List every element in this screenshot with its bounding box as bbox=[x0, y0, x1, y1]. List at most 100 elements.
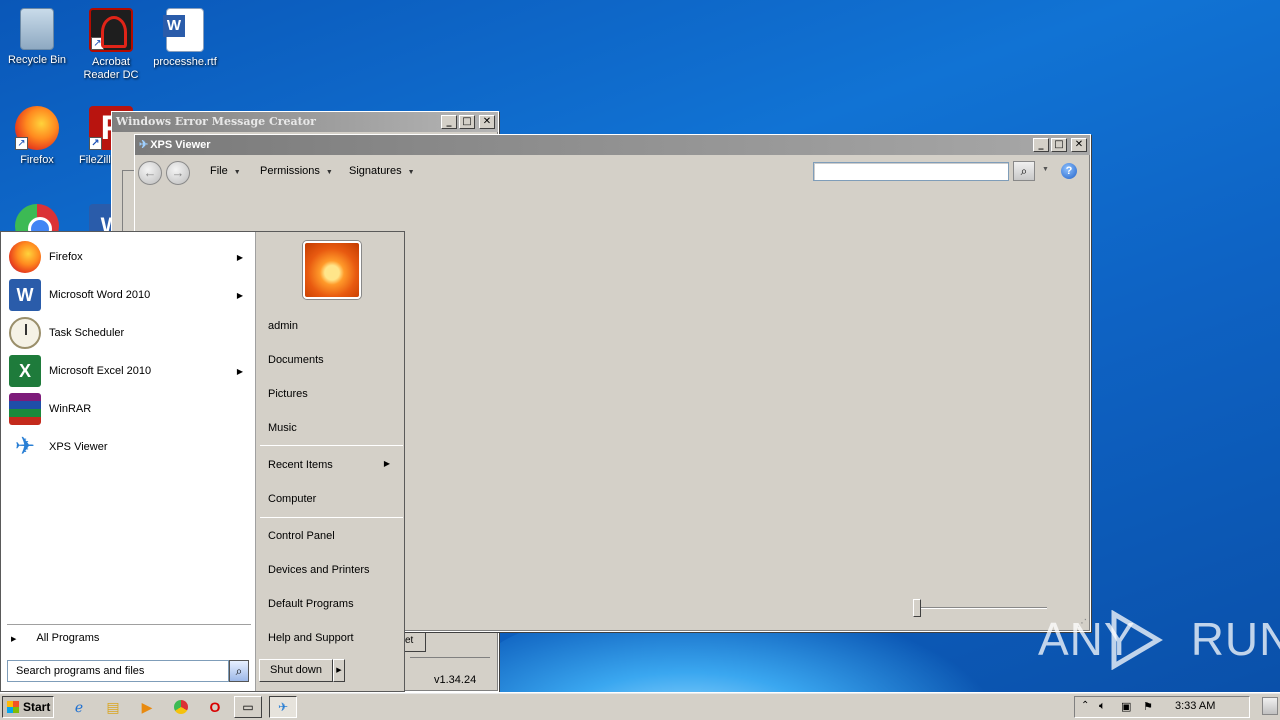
desktop-icon-label: Acrobat Reader DC bbox=[83, 56, 139, 81]
start-item-firefox[interactable]: Firefox ▶ bbox=[9, 240, 249, 274]
close-button[interactable]: ✕ bbox=[1071, 138, 1087, 152]
clock[interactable]: 3:33 AM bbox=[1175, 700, 1215, 712]
word-document-icon: W bbox=[163, 8, 204, 52]
winrar-icon bbox=[9, 393, 41, 425]
xps-app-icon: ✈ bbox=[139, 139, 149, 151]
error-window-titlebar[interactable]: Windows Error Message Creator _ □ ✕ bbox=[112, 112, 498, 132]
start-link-pictures[interactable]: Pictures bbox=[268, 388, 308, 400]
start-item-excel[interactable]: X Microsoft Excel 2010 ▶ bbox=[9, 354, 249, 388]
xps-viewer-icon: ✈ bbox=[14, 433, 36, 460]
error-window-title: Windows Error Message Creator bbox=[116, 115, 316, 128]
desktop-icon-label: processhe.rtf bbox=[153, 56, 217, 68]
word-icon: W bbox=[9, 279, 41, 311]
all-programs-button[interactable]: ▶ All Programs bbox=[11, 632, 99, 644]
start-link-devices-printers[interactable]: Devices and Printers bbox=[268, 564, 370, 576]
windows-logo-icon bbox=[7, 701, 19, 713]
firefox-icon bbox=[9, 241, 41, 273]
help-icon[interactable]: ? bbox=[1061, 163, 1077, 179]
start-item-winrar[interactable]: WinRAR bbox=[9, 392, 249, 426]
taskbar-error-message-creator[interactable]: ▭ bbox=[234, 696, 262, 718]
start-menu-programs-pane: Firefox ▶ W Microsoft Word 2010 ▶ Task S… bbox=[1, 232, 254, 691]
tray-expand-icon[interactable]: ⌃ bbox=[1081, 700, 1089, 711]
acrobat-reader-icon: ↗ bbox=[89, 8, 133, 52]
shortcut-arrow-icon: ↗ bbox=[15, 137, 28, 150]
maximize-button[interactable]: □ bbox=[1051, 138, 1067, 152]
action-center-flag-icon[interactable]: ⚑ bbox=[1143, 700, 1153, 713]
xps-title: XPS Viewer bbox=[150, 139, 211, 151]
dropdown-arrow-icon: ▼ bbox=[325, 169, 333, 176]
start-link-music[interactable]: Music bbox=[268, 422, 297, 434]
search-options-dropdown-icon[interactable]: ▼ bbox=[1042, 166, 1049, 173]
back-button[interactable]: ← bbox=[138, 161, 162, 185]
start-link-control-panel[interactable]: Control Panel bbox=[268, 530, 335, 542]
internet-explorer-icon[interactable]: ℯ bbox=[68, 697, 90, 717]
divider bbox=[410, 657, 490, 658]
desktop-icon-recycle-bin[interactable]: Recycle Bin bbox=[0, 8, 74, 67]
desktop-icon-label: Recycle Bin bbox=[7, 54, 67, 66]
task-scheduler-icon bbox=[9, 317, 41, 349]
dropdown-arrow-icon: ▼ bbox=[407, 169, 415, 176]
submenu-arrow-icon: ▶ bbox=[236, 366, 243, 376]
start-link-user[interactable]: admin bbox=[268, 320, 298, 332]
submenu-arrow-icon: ▶ bbox=[236, 252, 243, 262]
recycle-bin-icon bbox=[20, 8, 54, 50]
start-item-xps-viewer[interactable]: ✈ XPS Viewer bbox=[9, 430, 249, 464]
menu-file[interactable]: File ▼ bbox=[210, 165, 241, 177]
divider bbox=[260, 445, 403, 446]
desktop-icon-acrobat[interactable]: ↗ Acrobat Reader DC bbox=[74, 8, 148, 82]
start-item-task-scheduler[interactable]: Task Scheduler bbox=[9, 316, 249, 350]
opera-icon[interactable]: O bbox=[204, 697, 226, 717]
shutdown-button[interactable]: Shut down bbox=[259, 659, 333, 682]
excel-icon: X bbox=[9, 355, 41, 387]
menu-signatures[interactable]: Signatures ▼ bbox=[349, 165, 415, 177]
system-tray: ⌃ 🔈︎ ▣ ⚑ 3:33 AM bbox=[1074, 696, 1250, 718]
network-icon[interactable]: ▣ bbox=[1121, 700, 1131, 713]
maximize-button[interactable]: □ bbox=[459, 115, 475, 129]
xps-toolbar: ← → File ▼ Permissions ▼ Signatures ▼ ⌕ ▼ ? bbox=[135, 155, 1090, 189]
desktop-icon-processhe[interactable]: W processhe.rtf bbox=[148, 8, 222, 69]
start-link-default-programs[interactable]: Default Programs bbox=[268, 598, 354, 610]
start-search-input[interactable]: Search programs and files bbox=[7, 660, 229, 682]
desktop-icon-firefox[interactable]: ↗ Firefox bbox=[0, 106, 74, 167]
chrome-taskbar-icon[interactable] bbox=[170, 697, 192, 717]
minimize-button[interactable]: _ bbox=[1033, 138, 1049, 152]
show-desktop-button[interactable] bbox=[1262, 697, 1278, 715]
forward-button[interactable]: → bbox=[166, 161, 190, 185]
dropdown-arrow-icon: ▼ bbox=[233, 169, 241, 176]
anyrun-play-logo-icon bbox=[1111, 610, 1163, 670]
firefox-icon: ↗ bbox=[15, 106, 59, 150]
zoom-slider-track[interactable] bbox=[915, 607, 1047, 609]
volume-icon[interactable]: 🔈︎ bbox=[1099, 700, 1106, 713]
desktop-icon-label: Firefox bbox=[20, 154, 54, 166]
search-icon[interactable]: ⌕ bbox=[229, 660, 249, 682]
partial-button[interactable]: et bbox=[402, 630, 426, 652]
search-icon[interactable]: ⌕ bbox=[1013, 161, 1035, 181]
shutdown-options-arrow-icon[interactable]: ▶ bbox=[333, 659, 345, 682]
divider bbox=[7, 624, 251, 625]
submenu-arrow-icon: ▶ bbox=[383, 459, 390, 468]
zoom-slider-thumb[interactable] bbox=[913, 599, 921, 617]
start-menu-places-pane: admin Documents Pictures Music Recent It… bbox=[255, 232, 404, 691]
xps-search-input[interactable] bbox=[813, 162, 1009, 181]
start-link-help-support[interactable]: Help and Support bbox=[268, 632, 354, 644]
shortcut-arrow-icon: ↗ bbox=[91, 37, 104, 50]
start-link-computer[interactable]: Computer bbox=[268, 493, 316, 505]
start-button[interactable]: Start bbox=[2, 696, 54, 718]
xps-titlebar[interactable]: ✈ XPS Viewer _ □ ✕ bbox=[135, 135, 1090, 155]
start-link-recent-items[interactable]: Recent Items ▶ bbox=[268, 459, 398, 471]
taskbar: Start ℯ ▤ ▶ O ▭ ✈ ⌃ 🔈︎ ▣ ⚑ 3:33 AM bbox=[0, 692, 1280, 720]
start-link-documents[interactable]: Documents bbox=[268, 354, 324, 366]
menu-permissions[interactable]: Permissions ▼ bbox=[260, 165, 333, 177]
shortcut-arrow-icon: ↗ bbox=[89, 137, 102, 150]
start-menu: Firefox ▶ W Microsoft Word 2010 ▶ Task S… bbox=[0, 231, 405, 692]
start-item-word[interactable]: W Microsoft Word 2010 ▶ bbox=[9, 278, 249, 312]
taskbar-xps-viewer[interactable]: ✈ bbox=[269, 696, 297, 718]
media-player-icon[interactable]: ▶ bbox=[136, 697, 158, 717]
file-explorer-icon[interactable]: ▤ bbox=[102, 697, 124, 717]
minimize-button[interactable]: _ bbox=[441, 115, 457, 129]
user-avatar[interactable] bbox=[303, 241, 361, 299]
expand-arrow-icon: ▶ bbox=[11, 636, 17, 643]
divider bbox=[260, 517, 403, 518]
version-label: v1.34.24 bbox=[434, 674, 477, 686]
close-button[interactable]: ✕ bbox=[479, 115, 495, 129]
